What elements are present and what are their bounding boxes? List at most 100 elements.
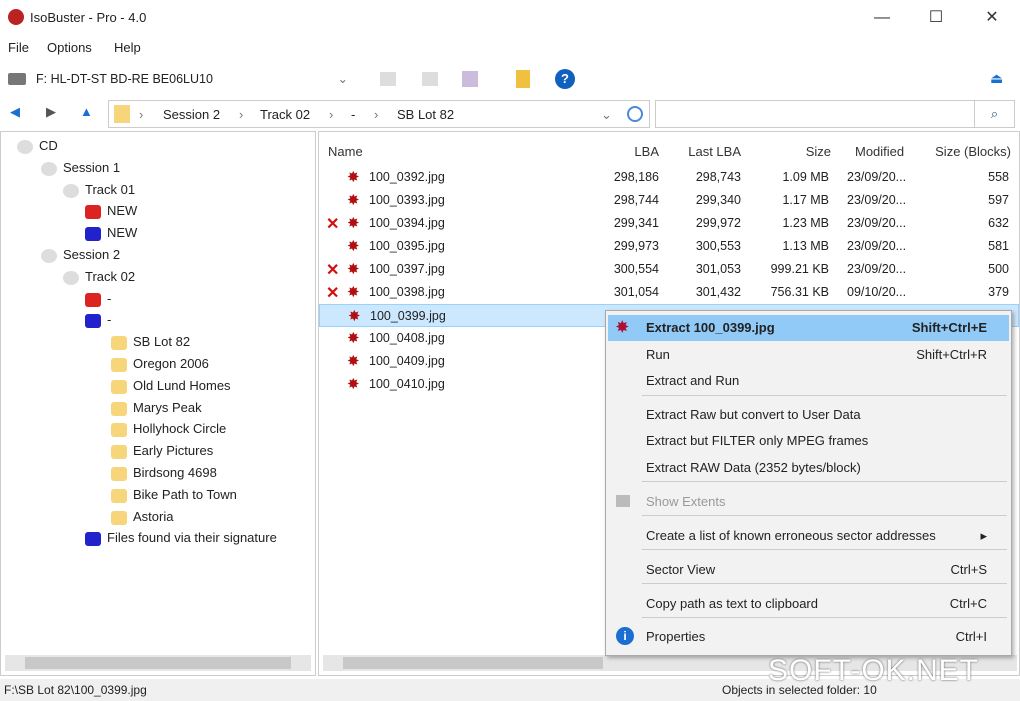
view-icon[interactable] bbox=[380, 72, 396, 86]
error-icon: ✕ bbox=[326, 262, 340, 279]
blue-fs-icon bbox=[85, 532, 101, 547]
menu-item-label: Extract 100_0399.jpg bbox=[646, 320, 775, 335]
context-menu-item[interactable]: Extract and Run bbox=[608, 368, 1009, 394]
tree-item-label: Oregon 2006 bbox=[133, 356, 209, 371]
file-blocks: 632 bbox=[988, 216, 1009, 230]
menu-bar: File Options Help bbox=[0, 36, 1020, 60]
help-icon[interactable]: ? bbox=[555, 69, 575, 89]
file-modified: 23/09/20... bbox=[847, 262, 907, 276]
menu-item-label: Extract and Run bbox=[646, 373, 740, 388]
breadcrumb-folder[interactable]: SB Lot 82 bbox=[397, 107, 454, 122]
file-name: 100_0399.jpg bbox=[370, 309, 446, 323]
file-row[interactable]: ✸ 100_0392.jpg 298,186 298,743 1.09 MB 23/09/… bbox=[319, 166, 1019, 189]
column-modified[interactable]: Modified bbox=[855, 144, 904, 159]
breadcrumb-dash[interactable]: - bbox=[351, 107, 355, 122]
file-row[interactable]: ✸ 100_0393.jpg 298,744 299,340 1.17 MB 23/09/… bbox=[319, 189, 1019, 212]
file-row[interactable]: ✕ ✸ 100_0397.jpg 300,554 301,053 999.21 KB 23/… bbox=[319, 258, 1019, 281]
menu-options[interactable]: Options bbox=[47, 40, 92, 55]
search-input[interactable]: ⌕ bbox=[655, 100, 1015, 128]
context-menu-item[interactable]: Extract 100_0399.jpg Shift+Ctrl+E ✸ bbox=[608, 315, 1009, 341]
context-menu-item[interactable]: Sector View Ctrl+S bbox=[608, 557, 1009, 583]
minimize-button[interactable]: — bbox=[862, 6, 902, 30]
tree-item-label: Old Lund Homes bbox=[133, 377, 231, 393]
search-icon[interactable]: ⌕ bbox=[974, 101, 1014, 127]
jpg-file-icon: ✸ bbox=[347, 238, 360, 255]
column-last-lba[interactable]: Last LBA bbox=[681, 144, 741, 159]
refresh-icon[interactable] bbox=[627, 106, 643, 122]
menu-item-shortcut: Ctrl+S bbox=[950, 562, 987, 577]
red-fs-icon bbox=[85, 205, 101, 220]
watermark: SOFT-OK.NET bbox=[768, 654, 980, 687]
tree-item-label: - bbox=[107, 312, 112, 328]
context-menu-item[interactable]: Extract but FILTER only MPEG frames bbox=[608, 428, 1009, 454]
navigation-bar: ◀ ▶ ▲ › Session 2 › Track 02 › - › SB Lot 82… bbox=[0, 98, 1020, 130]
folder-icon bbox=[111, 445, 127, 460]
file-name: 100_0410.jpg bbox=[369, 377, 445, 391]
jpg-file-icon: ✸ bbox=[347, 376, 360, 393]
tree-item-label: NEW bbox=[107, 203, 138, 219]
extents-icon bbox=[616, 495, 630, 507]
address-bar[interactable]: › Session 2 › Track 02 › - › SB Lot 82 ⌄ bbox=[108, 100, 650, 128]
column-size[interactable]: Size bbox=[789, 144, 831, 159]
close-button[interactable]: ✕ bbox=[972, 6, 1012, 30]
file-modified: 23/09/20... bbox=[847, 216, 907, 230]
file-blocks: 500 bbox=[988, 262, 1009, 276]
context-menu-item[interactable]: Create a list of known erroneous sector … bbox=[608, 523, 1009, 549]
menu-help[interactable]: Help bbox=[114, 40, 141, 55]
breadcrumb-session[interactable]: Session 2 bbox=[163, 107, 220, 122]
disc-icon bbox=[41, 249, 57, 263]
disc-icon bbox=[63, 270, 79, 285]
file-last-lba: 301,432 bbox=[695, 285, 741, 299]
file-blocks: 597 bbox=[988, 193, 1009, 207]
folder-icon bbox=[111, 423, 127, 438]
column-lba[interactable]: LBA bbox=[633, 144, 659, 159]
file-name: 100_0398.jpg bbox=[369, 285, 445, 299]
column-size-blocks[interactable]: Size (Blocks) bbox=[929, 144, 1011, 159]
horizontal-scrollbar[interactable] bbox=[5, 655, 311, 671]
tree-item-label: Early Pictures bbox=[133, 443, 214, 459]
context-menu-item[interactable]: Extract RAW Data (2352 bytes/block) bbox=[608, 455, 1009, 481]
file-lba: 301,054 bbox=[613, 285, 659, 299]
tree-item-label: Marys Peak bbox=[133, 399, 202, 415]
menu-item-shortcut: Ctrl+C bbox=[949, 596, 987, 611]
context-menu-item[interactable]: Copy path as text to clipboard Ctrl+C bbox=[608, 591, 1009, 617]
file-lba: 299,341 bbox=[613, 216, 659, 230]
forward-icon[interactable]: ▶ bbox=[46, 104, 56, 120]
up-icon[interactable]: ▲ bbox=[80, 104, 93, 119]
tree-item-label: Hollyhock Circle bbox=[133, 421, 227, 437]
menu-item-label: Run bbox=[646, 347, 670, 362]
context-menu-item[interactable]: Properties Ctrl+I i bbox=[608, 624, 1009, 650]
grid-icon[interactable] bbox=[462, 71, 478, 87]
file-blocks: 558 bbox=[988, 170, 1009, 184]
error-icon: ✕ bbox=[326, 216, 340, 233]
drive-select[interactable]: F: HL-DT-ST BD-RE BE06LU10 ⌄ bbox=[4, 67, 354, 91]
menu-item-shortcut: Shift+Ctrl+R bbox=[916, 347, 987, 362]
file-row[interactable]: ✕ ✸ 100_0398.jpg 301,054 301,432 756.31 KB 09/… bbox=[319, 281, 1019, 304]
file-modified: 09/10/20... bbox=[847, 285, 907, 299]
eject-icon[interactable]: ⏏ bbox=[990, 70, 1003, 87]
folder-icon bbox=[111, 379, 127, 394]
menu-file[interactable]: File bbox=[8, 40, 29, 55]
file-size: 1.09 MB bbox=[782, 170, 829, 184]
jpg-file-icon: ✸ bbox=[347, 284, 360, 301]
back-icon[interactable]: ◀ bbox=[10, 104, 20, 120]
column-name[interactable]: Name bbox=[328, 144, 363, 159]
folder-icon bbox=[111, 336, 127, 351]
tree-item-label: Bike Path to Town bbox=[133, 486, 237, 502]
red-fs-icon bbox=[85, 292, 101, 307]
disc-icon bbox=[41, 161, 57, 176]
tree-item-label: Astoria bbox=[133, 508, 174, 524]
breadcrumb-track[interactable]: Track 02 bbox=[260, 107, 310, 122]
file-row[interactable]: ✕ ✸ 100_0394.jpg 299,341 299,972 1.23 MB 23/09… bbox=[319, 212, 1019, 235]
file-name: 100_0395.jpg bbox=[369, 239, 445, 253]
columns-icon[interactable] bbox=[422, 72, 438, 86]
blue-fs-icon bbox=[85, 314, 101, 329]
context-menu-item[interactable]: Extract Raw but convert to User Data bbox=[608, 402, 1009, 428]
file-name: 100_0409.jpg bbox=[369, 354, 445, 368]
context-menu-item[interactable]: Run Shift+Ctrl+R bbox=[608, 342, 1009, 368]
maximize-button[interactable]: ☐ bbox=[916, 6, 956, 30]
jpg-file-icon: ✸ bbox=[347, 169, 360, 186]
file-row[interactable]: ✸ 100_0395.jpg 299,973 300,553 1.13 MB 23/09/… bbox=[319, 235, 1019, 258]
extract-folder-icon[interactable] bbox=[516, 70, 530, 88]
toolbar: F: HL-DT-ST BD-RE BE06LU10 ⌄ ? ⏏ bbox=[0, 62, 1020, 96]
